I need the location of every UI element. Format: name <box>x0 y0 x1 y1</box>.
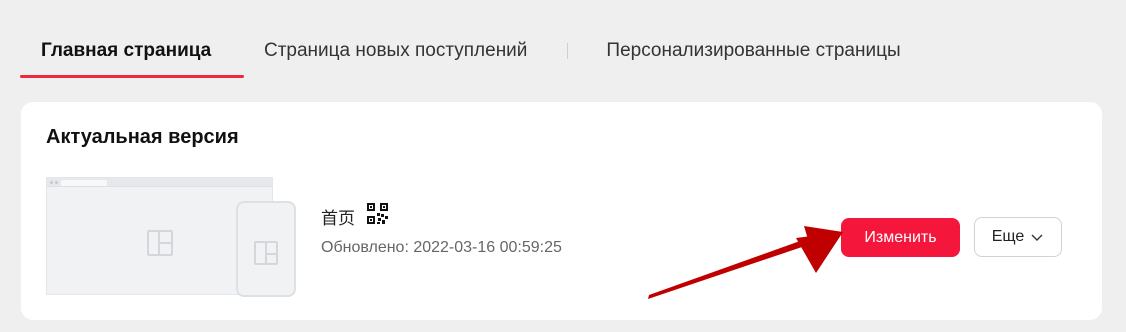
tab-new-arrivals-page[interactable]: Страница новых поступлений <box>264 28 527 78</box>
updated-timestamp: Обновлено: 2022-03-16 00:59:25 <box>321 239 562 256</box>
page-preview-thumbnail <box>46 177 296 297</box>
window-dot <box>55 181 58 184</box>
layout-icon <box>147 230 173 256</box>
card-title: Актуальная версия <box>46 126 239 148</box>
chevron-down-icon <box>1031 234 1043 241</box>
more-dropdown-button[interactable]: Еще <box>974 217 1062 257</box>
page-tabs: Главная страница Страница новых поступле… <box>20 28 901 78</box>
more-label: Еще <box>991 228 1025 245</box>
layout-icon <box>254 241 278 265</box>
current-version-card: Актуальная версия 首页 Обновлено: 2022-03-… <box>21 102 1102 320</box>
browser-bar <box>47 178 272 187</box>
page-name: 首页 <box>321 209 355 229</box>
tab-divider <box>567 43 569 59</box>
edit-button[interactable]: Изменить <box>841 218 960 257</box>
qr-code-icon[interactable] <box>367 203 388 224</box>
browser-tab <box>61 180 107 186</box>
window-dot <box>50 181 53 184</box>
tab-home-page[interactable]: Главная страница <box>20 28 244 78</box>
tab-personalized-pages[interactable]: Персонализированные страницы <box>606 28 900 78</box>
mobile-preview <box>236 201 296 297</box>
